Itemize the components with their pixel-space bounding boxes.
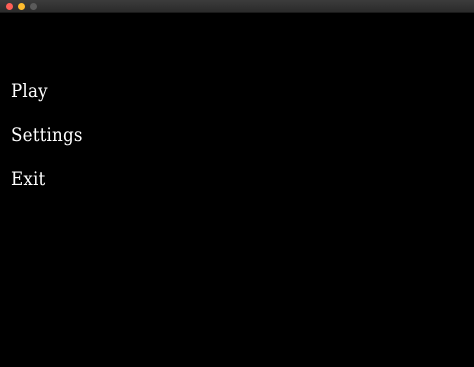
minimize-window-button[interactable] xyxy=(18,3,25,10)
close-window-button[interactable] xyxy=(6,3,13,10)
window-titlebar[interactable] xyxy=(0,0,474,13)
settings-menu-item[interactable]: Settings xyxy=(11,123,83,147)
play-menu-item[interactable]: Play xyxy=(11,79,83,103)
game-canvas: Play Settings Exit xyxy=(0,13,474,367)
game-window: Play Settings Exit xyxy=(0,0,474,367)
main-menu: Play Settings Exit xyxy=(11,79,92,211)
exit-menu-item[interactable]: Exit xyxy=(11,167,83,191)
zoom-window-button[interactable] xyxy=(30,3,37,10)
